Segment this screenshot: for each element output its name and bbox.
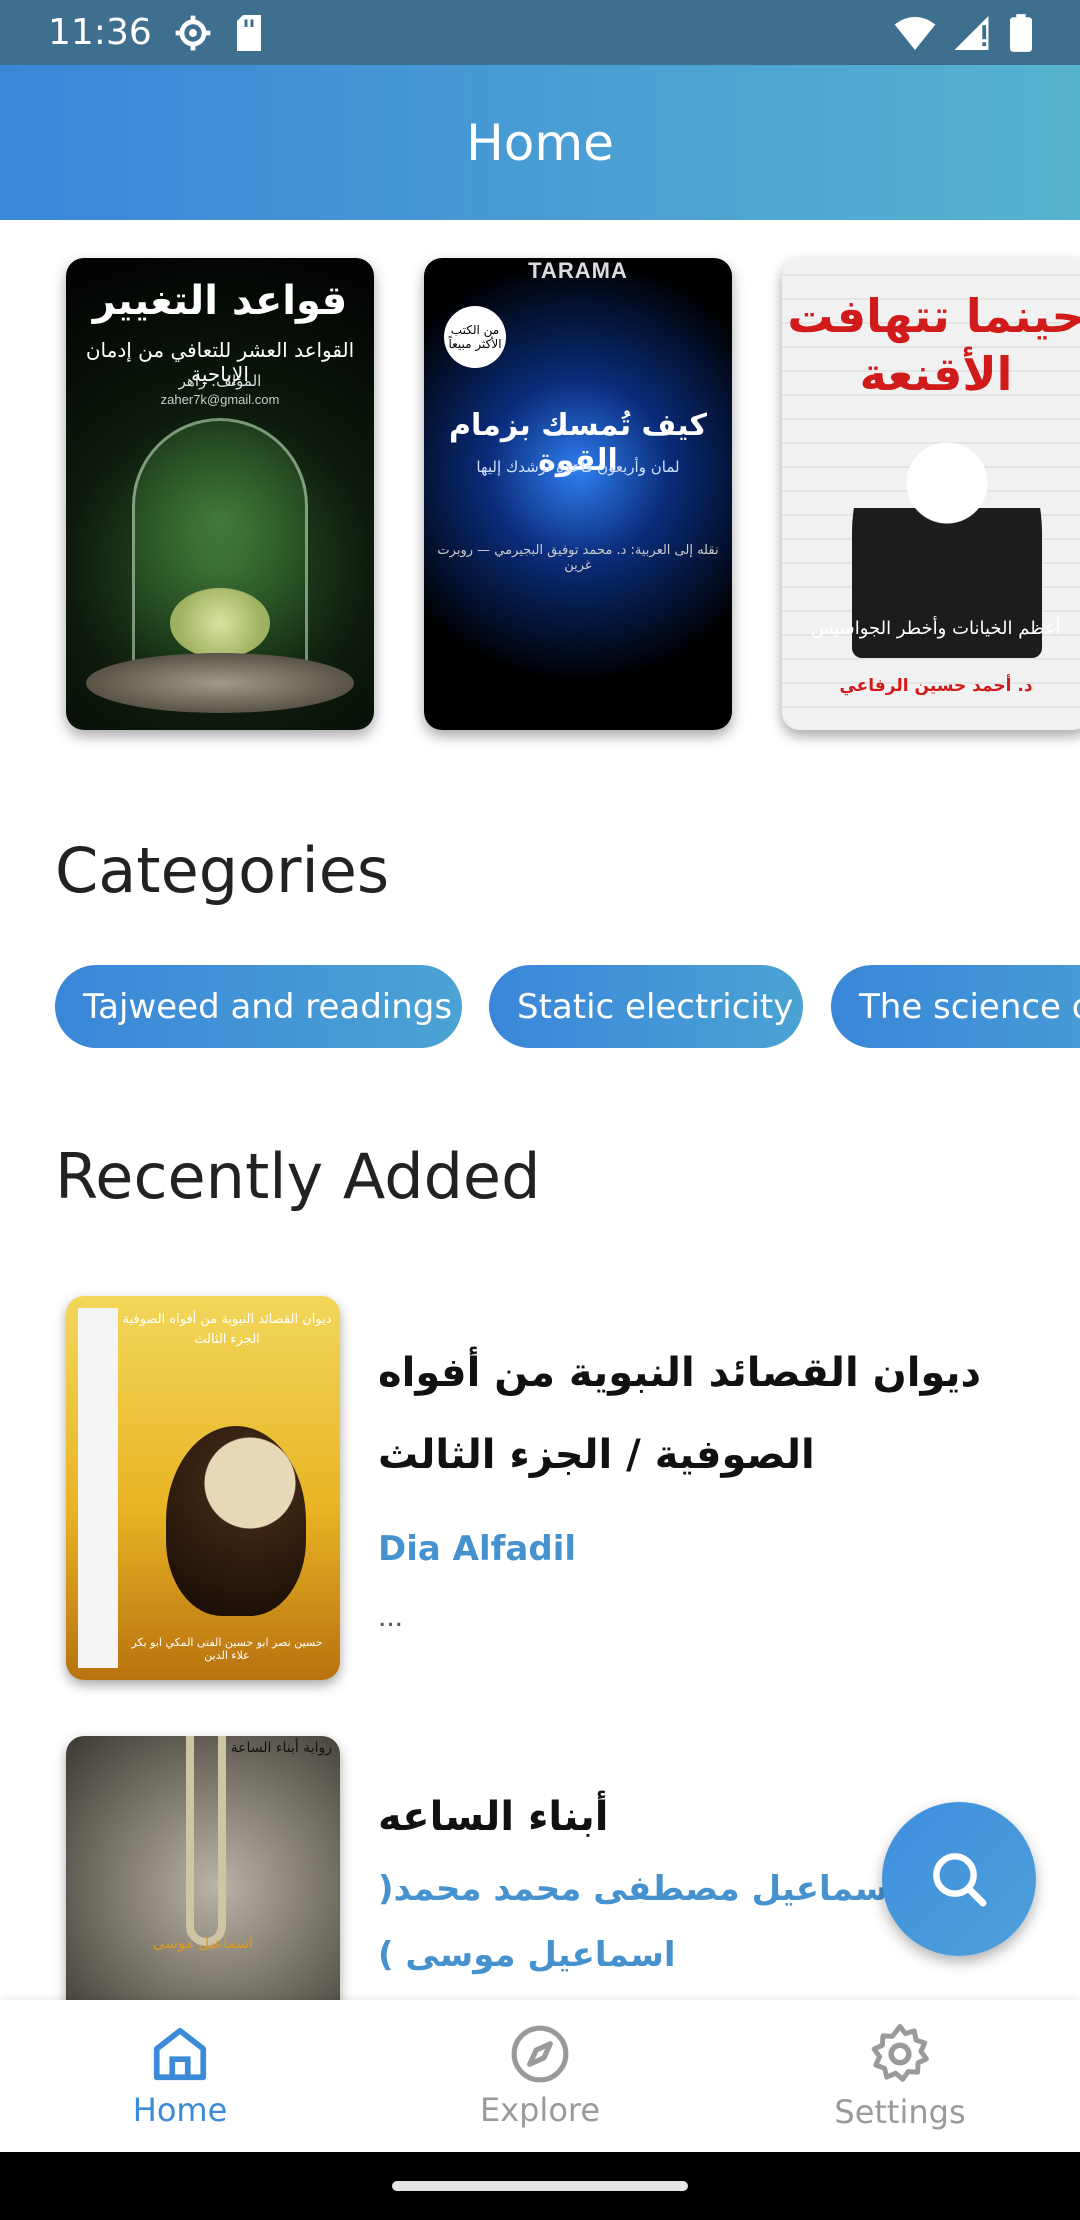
app-bar: Home	[0, 65, 1080, 220]
system-navigation-bar	[0, 2152, 1080, 2220]
list-item[interactable]: ديوان القصائد النبوية من أفواه الصوفية ا…	[0, 1296, 1080, 1726]
category-chip[interactable]: The science of	[831, 965, 1080, 1048]
cover-title: ديوان القصائد النبوية من أفواه الصوفية ا…	[122, 1312, 332, 1347]
cover-author: المؤلف: زاهر	[178, 372, 262, 390]
cover-spine	[78, 1308, 118, 1668]
nav-home[interactable]: Home	[0, 2000, 360, 2152]
category-chip[interactable]: Static electricity	[489, 965, 803, 1048]
home-gesture-handle[interactable]	[392, 2181, 688, 2191]
cover-illustration	[186, 1736, 226, 1946]
recently-added-heading: Recently Added	[55, 1140, 541, 1213]
nav-home-label: Home	[132, 2091, 228, 2129]
cover-credits: نقله إلى العربية: د. محمد توفيق البجيرمي…	[437, 543, 719, 573]
cover-badge: من الكتب الأكثر مبيعاً	[444, 306, 506, 368]
clock: 11:36	[48, 12, 152, 53]
cover-title: قواعد التغيير	[92, 278, 348, 324]
category-chip[interactable]: Tajweed and readings	[55, 965, 462, 1048]
book-cover[interactable]: ديوان القصائد النبوية من أفواه الصوفية ا…	[66, 1296, 340, 1680]
nav-explore-label: Explore	[479, 2091, 601, 2129]
cover-author: د. أحمد حسين الرفاعي	[839, 676, 1033, 696]
cover-publisher: TARAMA	[528, 258, 628, 283]
cover-author: اسماعيل موسى	[152, 1934, 254, 1952]
cover-footer: حسين نصر ابو حسين الفتى المكي ابو بكر عل…	[131, 1636, 323, 1662]
settings-icon	[871, 2024, 929, 2082]
categories-chip-list[interactable]: Tajweed and readings Static electricity …	[55, 965, 1080, 1049]
sd-card-icon	[236, 14, 261, 51]
cover-email: zaher7k@gmail.com	[160, 392, 280, 407]
book-author[interactable]: Dia Alfadil	[378, 1516, 1018, 1582]
nav-explore[interactable]: Explore	[360, 2000, 720, 2152]
wifi-icon	[894, 16, 936, 50]
status-bar: 11:36	[0, 0, 1080, 65]
signal-icon	[954, 15, 989, 50]
featured-book-1[interactable]: قواعد التغيير القواعد العشر للتعافي من إ…	[66, 258, 374, 730]
book-title: ديوان القصائد النبوية من أفواه الصوفية /…	[378, 1350, 982, 1478]
page-title: Home	[466, 113, 614, 172]
featured-book-2[interactable]: TARAMA من الكتب الأكثر مبيعاً كيف تُمسك …	[424, 258, 732, 730]
cover-illustration	[166, 1426, 306, 1616]
cover-illustration-brain	[170, 588, 270, 658]
home-icon	[153, 2027, 207, 2081]
search-icon	[933, 1853, 987, 1907]
book-cover[interactable]: رواية أبناء الساعة اسماعيل موسى	[66, 1736, 340, 2036]
categories-heading: Categories	[55, 834, 390, 907]
gear-icon	[175, 15, 211, 50]
book-description: ...	[378, 1600, 404, 1633]
featured-carousel[interactable]: قواعد التغيير القواعد العشر للتعافي من إ…	[0, 258, 1080, 734]
nav-settings[interactable]: Settings	[720, 2000, 1080, 2152]
cover-illustration-base	[86, 653, 354, 713]
cover-subtitle: لمان وأربعون قاعدة تُرشدك إليها	[476, 458, 680, 476]
compass-icon	[511, 2025, 569, 2083]
cover-subtitle: أعظم الخيانات وأخطر الجواسيس	[811, 618, 1061, 639]
cover-title: حينما تتهافت الأقنعة	[787, 289, 1080, 401]
featured-book-3[interactable]: حينما تتهافت الأقنعة أعظم الخيانات وأخطر…	[782, 258, 1080, 730]
battery-icon	[1010, 13, 1032, 52]
bottom-navigation: Home Explore Settings	[0, 2000, 1080, 2152]
search-button[interactable]	[882, 1802, 1036, 1956]
nav-settings-label: Settings	[834, 2093, 966, 2131]
